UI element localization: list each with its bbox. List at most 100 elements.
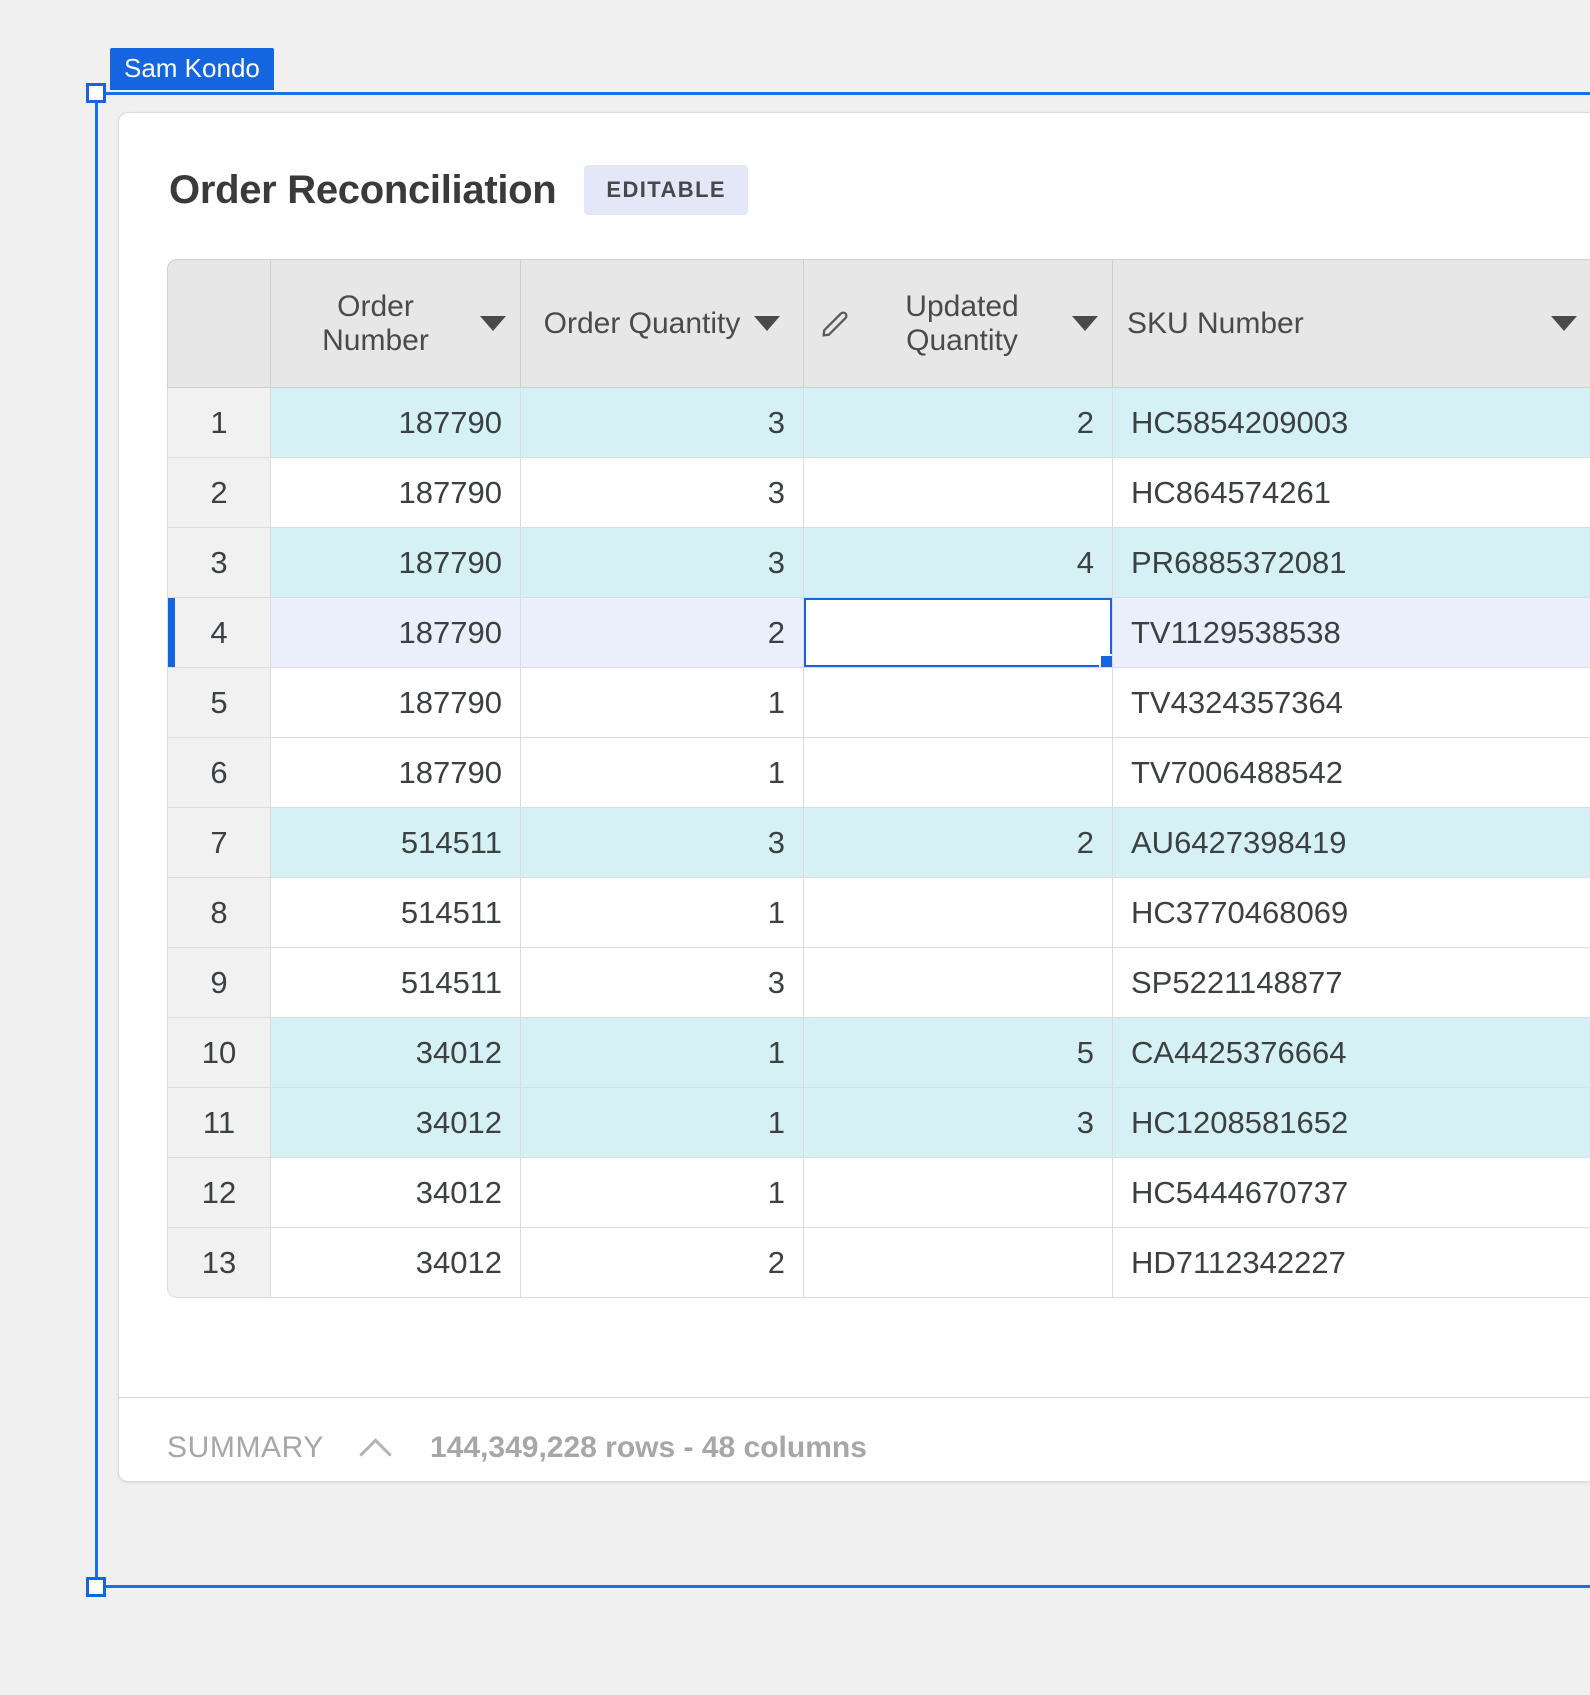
cell-order-quantity[interactable]: 3 <box>521 458 804 528</box>
column-header-order-quantity[interactable]: Order Quantity <box>521 259 804 388</box>
cell-order-number[interactable]: 514511 <box>271 948 521 1018</box>
cell-updated-quantity[interactable]: 3 <box>804 1088 1113 1158</box>
column-header-label: Updated Quantity <box>905 289 1019 357</box>
cell-updated-quantity[interactable]: 5 <box>804 1018 1113 1088</box>
cell-sku-number[interactable]: HC864574261 <box>1113 458 1590 528</box>
selection-handle-top-left[interactable] <box>86 83 106 103</box>
column-header-index <box>167 259 271 388</box>
cell-sku-number[interactable]: HD7112342227 <box>1113 1228 1590 1298</box>
cell-order-quantity[interactable]: 3 <box>521 808 804 878</box>
collaborator-name-tag: Sam Kondo <box>110 48 274 90</box>
card-header: Order Reconciliation EDITABLE <box>119 113 1590 215</box>
cell-order-number[interactable]: 187790 <box>271 738 521 808</box>
cell-order-quantity[interactable]: 1 <box>521 1018 804 1088</box>
cell-updated-quantity[interactable] <box>804 668 1113 738</box>
table-row[interactable]: 8 514511 1 HC3770468069 <box>167 878 1590 948</box>
pencil-icon <box>822 310 848 337</box>
row-index-cell[interactable]: 9 <box>167 948 271 1018</box>
cell-order-quantity[interactable]: 1 <box>521 878 804 948</box>
cell-sku-number[interactable]: SP5221148877 <box>1113 948 1590 1018</box>
cell-updated-quantity[interactable] <box>804 878 1113 948</box>
table-row[interactable]: 9 514511 3 SP5221148877 <box>167 948 1590 1018</box>
selection-handle-bottom-left[interactable] <box>86 1577 106 1597</box>
cell-updated-quantity[interactable]: 2 <box>804 808 1113 878</box>
row-index-cell[interactable]: 8 <box>167 878 271 948</box>
row-index-cell[interactable]: 6 <box>167 738 271 808</box>
table-row[interactable]: 12 34012 1 HC5444670737 <box>167 1158 1590 1228</box>
cell-order-quantity[interactable]: 2 <box>521 598 804 668</box>
cell-updated-quantity[interactable]: 4 <box>804 528 1113 598</box>
cell-order-number[interactable]: 187790 <box>271 388 521 458</box>
row-index-cell[interactable]: 4 <box>167 598 271 668</box>
cell-updated-quantity[interactable] <box>804 458 1113 528</box>
cell-updated-quantity[interactable] <box>804 598 1113 668</box>
cell-order-number[interactable]: 514511 <box>271 878 521 948</box>
row-index-cell[interactable]: 3 <box>167 528 271 598</box>
cell-sku-number[interactable]: HC5854209003 <box>1113 388 1590 458</box>
table-row[interactable]: 6 187790 1 TV7006488542 <box>167 738 1590 808</box>
table-row[interactable]: 2 187790 3 HC864574261 <box>167 458 1590 528</box>
cell-updated-quantity[interactable] <box>804 738 1113 808</box>
chevron-down-icon[interactable] <box>754 316 781 331</box>
cell-order-number[interactable]: 34012 <box>271 1228 521 1298</box>
table-row[interactable]: 3 187790 3 4 PR6885372081 <box>167 528 1590 598</box>
table-row[interactable]: 13 34012 2 HD7112342227 <box>167 1228 1590 1298</box>
cell-sku-number[interactable]: TV4324357364 <box>1113 668 1590 738</box>
table-row[interactable]: 11 34012 1 3 HC1208581652 <box>167 1088 1590 1158</box>
cell-updated-quantity[interactable] <box>804 1228 1113 1298</box>
cell-updated-quantity[interactable]: 2 <box>804 388 1113 458</box>
column-header-order-number[interactable]: Order Number <box>271 259 521 388</box>
table-row[interactable]: 7 514511 3 2 AU6427398419 <box>167 808 1590 878</box>
chevron-down-icon[interactable] <box>1072 316 1098 331</box>
cell-order-number[interactable]: 187790 <box>271 458 521 528</box>
cell-sku-number[interactable]: HC3770468069 <box>1113 878 1590 948</box>
cell-order-quantity[interactable]: 2 <box>521 1228 804 1298</box>
cell-order-number[interactable]: 34012 <box>271 1088 521 1158</box>
row-index-cell[interactable]: 2 <box>167 458 271 528</box>
cell-order-quantity[interactable]: 3 <box>521 388 804 458</box>
cell-updated-quantity[interactable] <box>804 948 1113 1018</box>
cell-sku-number[interactable]: AU6427398419 <box>1113 808 1590 878</box>
cell-order-number[interactable]: 187790 <box>271 668 521 738</box>
table-row[interactable]: 4 187790 2 TV1129538538 <box>167 598 1590 668</box>
cell-order-number[interactable]: 34012 <box>271 1158 521 1228</box>
column-header-label: SKU Number <box>1127 306 1304 340</box>
fill-handle[interactable] <box>1099 654 1112 667</box>
cell-sku-number[interactable]: CA4425376664 <box>1113 1018 1590 1088</box>
row-index-cell[interactable]: 1 <box>167 388 271 458</box>
summary-label: SUMMARY <box>167 1431 324 1464</box>
cell-order-number[interactable]: 34012 <box>271 1018 521 1088</box>
cell-order-quantity[interactable]: 1 <box>521 668 804 738</box>
cell-sku-number[interactable]: TV7006488542 <box>1113 738 1590 808</box>
column-header-sku-number[interactable]: SKU Number <box>1113 259 1590 388</box>
row-index-cell[interactable]: 13 <box>167 1228 271 1298</box>
cell-order-quantity[interactable]: 3 <box>521 528 804 598</box>
data-grid-wrapper[interactable]: Order Number Order Quantity Updated Quan… <box>167 259 1590 1298</box>
cell-order-quantity[interactable]: 1 <box>521 738 804 808</box>
cell-order-quantity[interactable]: 3 <box>521 948 804 1018</box>
row-index-cell[interactable]: 7 <box>167 808 271 878</box>
chevron-up-icon[interactable] <box>360 1438 394 1458</box>
chevron-down-icon[interactable] <box>1551 316 1577 331</box>
cell-order-number[interactable]: 187790 <box>271 528 521 598</box>
cell-order-quantity[interactable]: 1 <box>521 1158 804 1228</box>
row-index-cell[interactable]: 5 <box>167 668 271 738</box>
cell-order-number[interactable]: 187790 <box>271 598 521 668</box>
column-header-updated-quantity[interactable]: Updated Quantity <box>804 259 1113 388</box>
cell-updated-quantity[interactable] <box>804 1158 1113 1228</box>
row-index-cell[interactable]: 10 <box>167 1018 271 1088</box>
chevron-down-icon[interactable] <box>480 316 506 331</box>
cell-order-quantity[interactable]: 1 <box>521 1088 804 1158</box>
column-header-label: Order Quantity <box>543 306 741 340</box>
row-index-cell[interactable]: 11 <box>167 1088 271 1158</box>
cell-sku-number[interactable]: HC1208581652 <box>1113 1088 1590 1158</box>
cell-sku-number[interactable]: HC5444670737 <box>1113 1158 1590 1228</box>
grid-body: 1 187790 3 2 HC5854209003 2 187790 3 HC864574261… <box>167 388 1590 1298</box>
row-index-cell[interactable]: 12 <box>167 1158 271 1228</box>
cell-order-number[interactable]: 514511 <box>271 808 521 878</box>
table-row[interactable]: 5 187790 1 TV4324357364 <box>167 668 1590 738</box>
cell-sku-number[interactable]: TV1129538538 <box>1113 598 1590 668</box>
table-row[interactable]: 1 187790 3 2 HC5854209003 <box>167 388 1590 458</box>
cell-sku-number[interactable]: PR6885372081 <box>1113 528 1590 598</box>
table-row[interactable]: 10 34012 1 5 CA4425376664 <box>167 1018 1590 1088</box>
